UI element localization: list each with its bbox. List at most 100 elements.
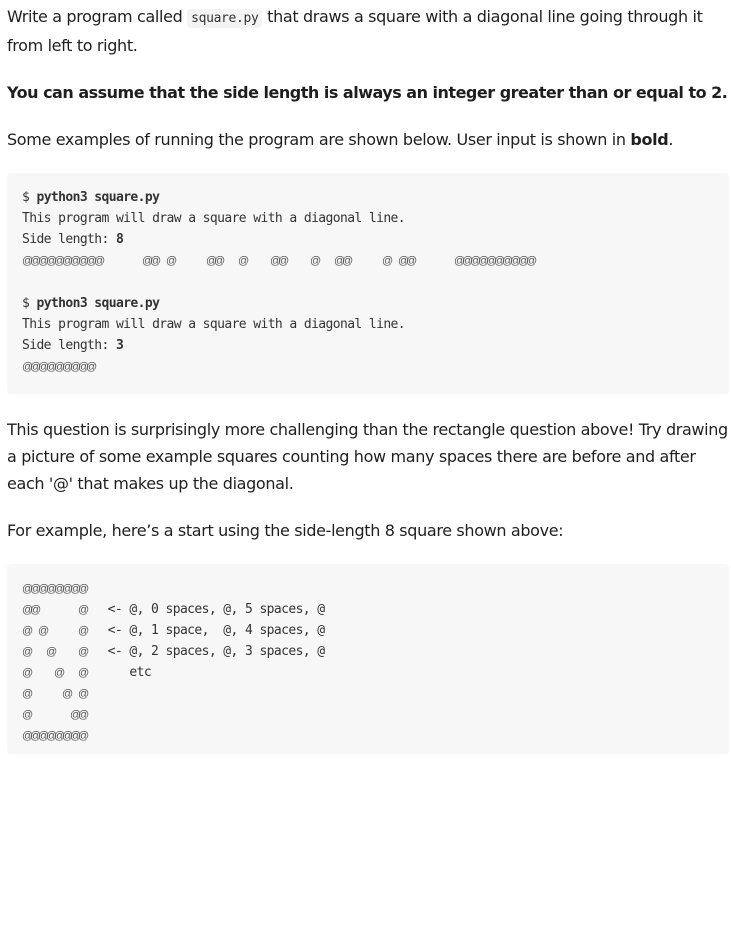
at-char: @: [78, 730, 90, 742]
space-char: [110, 251, 118, 272]
square-row: @ @ @: [278, 251, 345, 272]
at-char: @: [38, 583, 50, 595]
space-char: [70, 600, 78, 621]
space-char: [326, 251, 334, 272]
at-char: @: [78, 667, 90, 679]
at-char: @: [398, 255, 410, 267]
space-char: [30, 621, 38, 642]
space-char: [230, 251, 238, 272]
at-char: @: [22, 646, 34, 658]
command-line: $ python3 square.py: [22, 293, 714, 314]
row-annotation: etc: [86, 665, 152, 680]
at-char: @: [78, 583, 90, 595]
space-char: [62, 705, 70, 726]
square-row: @@@@@@@@: [22, 726, 90, 747]
at-char: @: [486, 255, 498, 267]
shell-command: python3 square.py: [36, 296, 160, 311]
annotated-row: @@ @ <- @, 0 spaces, @, 5 spaces, @: [22, 599, 714, 620]
space-char: [70, 642, 78, 663]
side-length-input: 3: [115, 338, 124, 353]
square-row: @@ @: [22, 600, 90, 621]
at-char: @: [478, 255, 490, 267]
space-char: [390, 251, 398, 272]
at-char: @: [22, 583, 34, 595]
square-row: @@@@@@@@: [22, 251, 89, 272]
annotated-row: @ @ @ <- @, 2 spaces, @, 3 spaces, @: [22, 641, 714, 662]
at-char: @: [214, 255, 226, 267]
at-char: @: [142, 255, 154, 267]
at-char: @: [150, 255, 162, 267]
side-length-label: Side length:: [22, 232, 116, 247]
space-char: [118, 251, 126, 272]
space-char: [414, 251, 422, 272]
space-char: [30, 684, 38, 705]
space-char: [62, 663, 70, 684]
at-char: @: [78, 688, 90, 700]
at-char: @: [342, 255, 354, 267]
side-length-line: Side length: 3: [22, 335, 714, 356]
space-char: [70, 621, 78, 642]
square-row: @@@@@@@@: [22, 579, 90, 600]
space-char: [30, 705, 38, 726]
row-annotation: <- @, 1 space, @, 4 spaces, @: [86, 623, 325, 638]
challenge-paragraph: This question is surprisingly more chall…: [7, 420, 728, 493]
square-row: @ @ @: [22, 642, 90, 663]
at-char: @: [78, 604, 90, 616]
space-char: [38, 642, 46, 663]
space-char: [46, 684, 54, 705]
at-char: @: [70, 730, 82, 742]
at-char: @: [22, 730, 34, 742]
assumption-paragraph: You can assume that the side length is a…: [7, 83, 728, 102]
at-char: @: [22, 255, 34, 267]
at-char: @: [62, 688, 74, 700]
at-char: @: [30, 583, 42, 595]
at-char: @: [54, 667, 66, 679]
space-char: [294, 251, 302, 272]
square-row: @@ @: [86, 251, 154, 272]
annotated-row: @ @ @ <- @, 1 space, @, 4 spaces, @: [22, 620, 714, 641]
at-char: @: [406, 255, 418, 267]
at-char: @: [78, 646, 90, 658]
space-char: [262, 251, 270, 272]
row-annotation: <- @, 2 spaces, @, 3 spaces, @: [86, 644, 325, 659]
at-char: @: [22, 709, 34, 721]
space-char: [54, 642, 62, 663]
space-char: [62, 642, 70, 663]
at-char: @: [310, 255, 322, 267]
space-char: [446, 251, 454, 272]
at-char: @: [78, 625, 90, 637]
space-char: [38, 705, 46, 726]
space-char: [358, 251, 366, 272]
at-char: @: [382, 255, 394, 267]
space-char: [54, 621, 62, 642]
bold-word: bold: [630, 130, 669, 149]
at-char: @: [510, 255, 522, 267]
at-char: @: [54, 361, 66, 373]
square-row: @ @ @: [342, 251, 410, 272]
at-char: @: [30, 730, 42, 742]
space-char: [198, 251, 206, 272]
at-char: @: [270, 255, 282, 267]
space-char: [134, 251, 142, 272]
space-char: [30, 663, 38, 684]
square-row: @ @@: [22, 705, 89, 726]
at-char: @: [46, 730, 58, 742]
side-length-label: Side length:: [22, 338, 116, 353]
at-char: @: [70, 583, 82, 595]
at-char: @: [22, 688, 34, 700]
shell-prompt: $: [22, 296, 37, 311]
annotated-row: @ @ @: [22, 683, 714, 704]
space-char: [366, 251, 374, 272]
at-char: @: [22, 667, 34, 679]
space-char: [70, 663, 78, 684]
at-char: @: [30, 604, 42, 616]
at-char: @: [462, 255, 474, 267]
space-char: [62, 600, 70, 621]
space-char: [62, 621, 70, 642]
program-output-line: This program will draw a square with a d…: [22, 211, 406, 226]
shell-command: python3 square.py: [36, 190, 160, 205]
annotated-row: @@@@@@@@: [22, 725, 714, 746]
space-char: [46, 705, 54, 726]
example-1-code-block: $ python3 square.py This program will dra…: [7, 173, 729, 394]
